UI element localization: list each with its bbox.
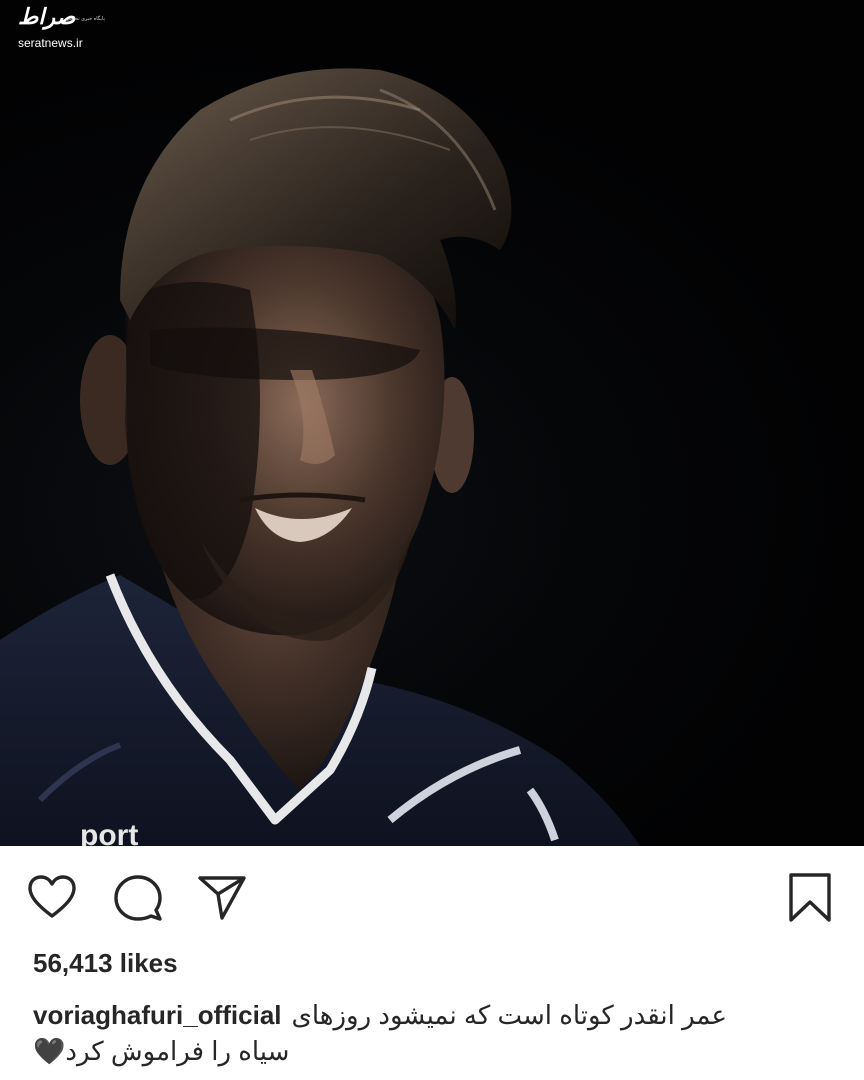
bookmark-icon [789,873,831,922]
like-button[interactable] [26,872,78,924]
watermark: صراط پایگاه خبری تحلیلی seratnews.ir [16,4,126,52]
send-icon [198,876,246,920]
caption-line-1: voriaghafuri_official عمر انقدر کوتاه است… [33,996,727,1034]
caption-text-2: سیاه را فراموش کرد🖤 [33,1036,290,1066]
post-photo[interactable]: port صراط پایگاه خبری تحلیلی seratnews.i… [0,0,864,846]
likes-count[interactable]: 56,413 likes [33,948,178,979]
comment-button[interactable] [112,872,164,924]
heart-icon [28,875,76,918]
caption-text-1: عمر انقدر کوتاه است که نمیشود روزهای [291,1000,727,1030]
caption-username[interactable]: voriaghafuri_official [33,1000,282,1030]
share-button[interactable] [196,872,248,924]
player-portrait: port [0,68,640,846]
post-action-bar [0,846,864,946]
watermark-site: seratnews.ir [18,36,83,50]
jersey-text: port [80,819,138,846]
save-button[interactable] [784,872,836,924]
watermark-tagline: پایگاه خبری تحلیلی [66,16,105,22]
comment-icon [114,875,162,921]
